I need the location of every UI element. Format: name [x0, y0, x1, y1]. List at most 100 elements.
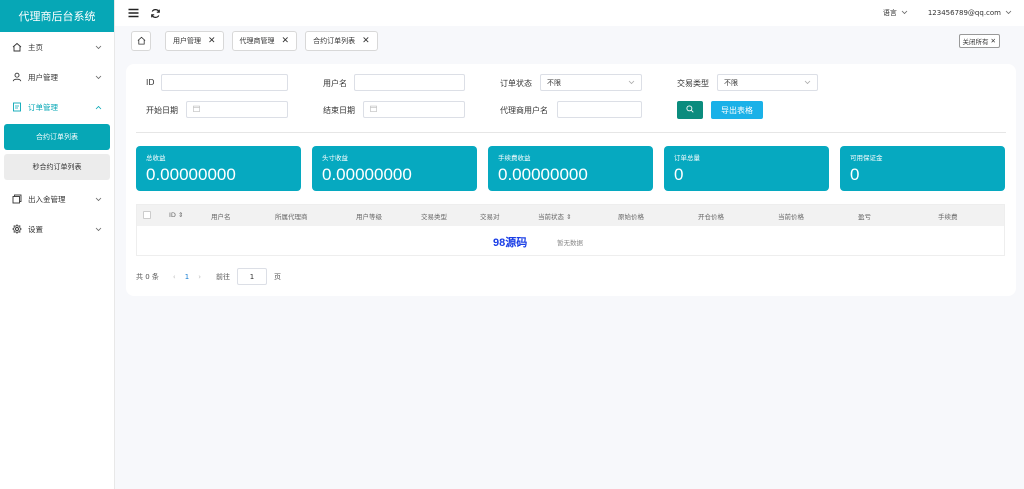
order-status-label: 订单状态	[500, 79, 532, 88]
language-dropdown[interactable]: 语言	[883, 8, 908, 18]
sidebar-item-home[interactable]: 主页	[0, 32, 114, 62]
page-unit-label: 页	[274, 272, 281, 281]
pagination: 共 0 条 ‹ 1 › 前往 1 页	[136, 268, 281, 285]
table-header: ID ⇕ 用户名 所属代理商 用户等级 交易类型 交易对 当前状态 ⇕ 原始价格…	[137, 205, 1004, 226]
id-input[interactable]	[161, 74, 288, 91]
goto-page-input[interactable]: 1	[237, 268, 267, 285]
gear-icon	[12, 224, 22, 234]
agent-username-input[interactable]	[557, 101, 642, 118]
stat-value: 0.00000000	[498, 165, 588, 184]
main-card: ID 用户名 订单状态 不限 交易类型 不限 开始日期 结束日期 代理商用户名 …	[126, 64, 1016, 296]
home-icon	[137, 36, 146, 47]
pagination-total: 共 0 条	[136, 272, 159, 281]
sidebar-item-label: 设置	[28, 224, 43, 234]
close-icon[interactable]: ✕	[208, 36, 216, 46]
sidebar-subitem-second-contract-orders[interactable]: 秒合约订单列表	[4, 154, 110, 180]
sidebar-item-users[interactable]: 用户管理	[0, 62, 114, 92]
stat-position-profit: 头寸收益 0.00000000	[312, 146, 477, 191]
column-header: 手续费	[938, 213, 958, 221]
language-label: 语言	[882, 9, 897, 17]
divider	[136, 132, 1006, 133]
stat-value: 0.00000000	[322, 165, 412, 184]
table-body: 98源码 暂无数据	[137, 226, 1004, 256]
trade-type-label: 交易类型	[677, 79, 709, 88]
sidebar-item-funds[interactable]: 出入金管理	[0, 184, 114, 214]
tab-label: 合约订单列表	[313, 37, 356, 45]
tab-agent-management[interactable]: 代理商管理 ✕	[231, 31, 298, 51]
chevron-down-icon	[901, 9, 908, 17]
close-icon[interactable]: ✕	[362, 36, 370, 46]
sidebar: 代理商后台系统 主页 用户管理 订单管理 合约订单列表 秒合约订单列表 出入金管…	[0, 0, 115, 489]
user-dropdown[interactable]: 123456789@qq.com	[928, 9, 1012, 17]
sidebar-item-orders[interactable]: 订单管理	[0, 92, 114, 122]
chevron-down-icon	[804, 79, 811, 87]
search-button[interactable]	[677, 101, 703, 119]
sidebar-item-label: 出入金管理	[28, 194, 66, 204]
home-icon	[12, 42, 22, 52]
prev-page-button[interactable]: ‹	[173, 273, 176, 281]
column-header: 用户名	[211, 213, 231, 221]
tab-bar: 用户管理 ✕ 代理商管理 ✕ 合约订单列表 ✕ 关闭所有 ✕	[115, 26, 1024, 56]
order-status-select[interactable]: 不限	[540, 74, 642, 91]
tab-label: 用户管理	[173, 37, 201, 45]
empty-state-text: 暂无数据	[557, 239, 583, 247]
chevron-down-icon	[1005, 9, 1012, 17]
chevron-down-icon	[95, 195, 102, 204]
column-header: 开仓价格	[698, 213, 724, 221]
column-header[interactable]: ID ⇕	[169, 211, 183, 219]
column-header: 交易类型	[421, 213, 447, 221]
chevron-down-icon	[95, 43, 102, 52]
user-icon	[12, 72, 22, 82]
brand-title: 代理商后台系统	[0, 0, 114, 32]
chevron-up-icon	[95, 103, 102, 112]
calendar-icon	[193, 105, 200, 114]
chevron-down-icon	[95, 225, 102, 234]
stat-label: 头寸收益	[322, 154, 348, 162]
sidebar-item-settings[interactable]: 设置	[0, 214, 114, 244]
refresh-icon[interactable]	[149, 7, 161, 19]
column-header: 盈亏	[858, 213, 871, 221]
stat-value: 0	[850, 165, 860, 184]
trade-type-select[interactable]: 不限	[717, 74, 818, 91]
end-date-picker[interactable]	[363, 101, 465, 118]
stat-order-count: 订单总量 0	[664, 146, 829, 191]
menu-toggle-icon[interactable]	[127, 7, 139, 19]
page-number[interactable]: 1	[185, 273, 189, 281]
column-header: 当前价格	[778, 213, 804, 221]
close-icon[interactable]: ✕	[282, 36, 290, 46]
close-icon: ✕	[990, 37, 996, 45]
stat-label: 订单总量	[674, 154, 700, 162]
order-icon	[12, 102, 22, 112]
stat-label: 可用保证金	[850, 154, 883, 162]
stat-available-margin: 可用保证金 0	[840, 146, 1005, 191]
select-all-checkbox[interactable]	[143, 211, 151, 219]
stat-total-profit: 总收益 0.00000000	[136, 146, 301, 191]
column-header[interactable]: 当前状态 ⇕	[538, 211, 572, 221]
username-input[interactable]	[354, 74, 465, 91]
sidebar-item-label: 用户管理	[28, 72, 58, 82]
tab-contract-orders[interactable]: 合约订单列表 ✕	[305, 31, 378, 51]
tab-label: 代理商管理	[239, 37, 275, 45]
chevron-down-icon	[95, 73, 102, 82]
calendar-icon	[370, 105, 377, 114]
end-date-label: 结束日期	[323, 106, 355, 115]
sidebar-subitem-contract-orders[interactable]: 合约订单列表	[4, 124, 110, 150]
agent-username-label: 代理商用户名	[500, 106, 548, 115]
tab-home[interactable]	[131, 31, 151, 51]
column-header: 原始价格	[618, 213, 644, 221]
close-all-button[interactable]: 关闭所有 ✕	[958, 34, 1000, 48]
stat-label: 总收益	[146, 154, 166, 162]
column-header: 用户等级	[356, 213, 382, 221]
stat-fee-profit: 手续费收益 0.00000000	[488, 146, 653, 191]
tab-user-management[interactable]: 用户管理 ✕	[165, 31, 224, 51]
next-page-button[interactable]: ›	[198, 273, 201, 281]
close-all-label: 关闭所有	[962, 38, 989, 46]
watermark: 98源码	[493, 237, 528, 249]
column-header: 所属代理商	[275, 213, 308, 221]
order-status-value: 不限	[547, 78, 561, 87]
id-label: ID	[146, 78, 155, 87]
topbar: 语言 123456789@qq.com	[115, 0, 1024, 26]
start-date-picker[interactable]	[186, 101, 288, 118]
export-button[interactable]: 导出表格	[711, 101, 763, 119]
orders-table: ID ⇕ 用户名 所属代理商 用户等级 交易类型 交易对 当前状态 ⇕ 原始价格…	[136, 204, 1005, 256]
